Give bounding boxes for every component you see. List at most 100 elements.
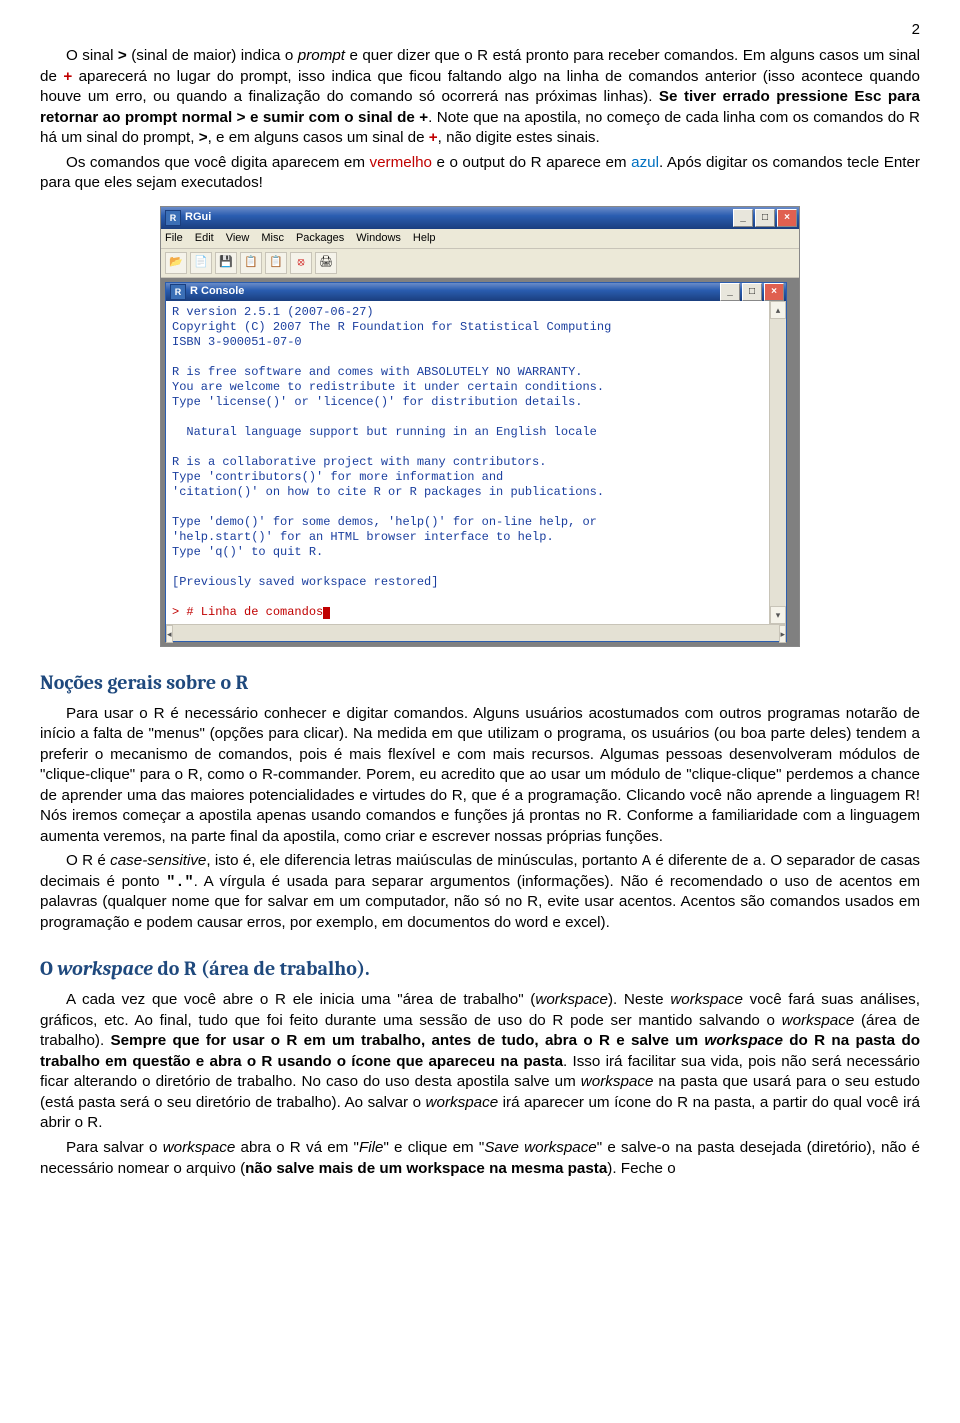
bold-warning: não salve mais de um workspace na mesma … (245, 1160, 607, 1177)
menu-edit[interactable]: Edit (195, 231, 214, 246)
minimize-button[interactable]: _ (733, 209, 753, 227)
section-heading-nocoes: Noções gerais sobre o R (40, 669, 920, 696)
toolbar-save-icon[interactable]: 💾 (215, 252, 237, 274)
text: " e clique em " (383, 1139, 484, 1156)
scroll-down-icon[interactable]: ▾ (770, 606, 786, 624)
page-number: 2 (40, 20, 920, 40)
console-maximize-button[interactable]: □ (742, 283, 762, 301)
toolbar-load-icon[interactable]: 📄 (190, 252, 212, 274)
gt-symbol: > (199, 129, 208, 146)
workspace-italic: workspace (57, 957, 153, 980)
vertical-scrollbar[interactable]: ▴ ▾ (769, 301, 786, 624)
workspace-italic: workspace (535, 991, 608, 1008)
text: , e em alguns casos um sinal de (208, 129, 429, 146)
menu-windows[interactable]: Windows (356, 231, 401, 246)
text: Os comandos que você digita aparecem em (66, 154, 370, 171)
r-console-window: R R Console _ □ × R version 2.5.1 (2007-… (165, 282, 787, 642)
paragraph-2: Os comandos que você digita aparecem em … (40, 153, 920, 194)
workspace-italic: workspace (163, 1139, 236, 1156)
console-line: ISBN 3-900051-07-0 (172, 335, 302, 349)
menu-packages[interactable]: Packages (296, 231, 344, 246)
scroll-up-icon[interactable]: ▴ (770, 301, 786, 319)
vermelho-word: vermelho (370, 154, 432, 171)
workspace-italic: workspace (581, 1073, 654, 1090)
r-icon: R (170, 284, 186, 300)
save-workspace-italic: Save workspace (484, 1139, 596, 1156)
console-output[interactable]: R version 2.5.1 (2007-06-27) Copyright (… (166, 301, 769, 624)
console-line: You are welcome to redistribute it under… (172, 380, 604, 394)
workspace-italic: workspace (426, 1094, 499, 1111)
prompt-italic: prompt (298, 47, 345, 64)
text: A cada vez que você abre o R ele inicia … (66, 991, 535, 1008)
console-title: R Console (190, 284, 244, 299)
letter-a: a (753, 852, 762, 870)
paragraph-5: A cada vez que você abre o R ele inicia … (40, 990, 920, 1134)
toolbar-copy-icon[interactable]: 📋 (240, 252, 262, 274)
paragraph-1: O sinal > (sinal de maior) indica o prom… (40, 46, 920, 149)
text: , não digite estes sinais. (438, 129, 600, 146)
paragraph-4: O R é case-sensitive, isto é, ele difere… (40, 851, 920, 933)
text: ). Feche o (607, 1160, 675, 1177)
text: ). Neste (608, 991, 670, 1008)
toolbar-stop-icon[interactable]: ⦻ (290, 252, 312, 274)
console-line: Copyright (C) 2007 The R Foundation for … (172, 320, 611, 334)
menu-help[interactable]: Help (413, 231, 436, 246)
r-icon: R (165, 210, 181, 226)
console-line: Type 'contributors()' for more informati… (172, 470, 503, 484)
close-button[interactable]: × (777, 209, 797, 227)
menu-view[interactable]: View (226, 231, 250, 246)
console-line: R version 2.5.1 (2007-06-27) (172, 305, 374, 319)
console-line: Type 'q()' to quit R. (172, 545, 323, 559)
text: é diferente de (651, 852, 753, 869)
rgui-screenshot: R RGui _ □ × File Edit View Misc Package… (160, 206, 800, 647)
text: Para salvar o (66, 1139, 163, 1156)
console-line: 'citation()' on how to cite R or R packa… (172, 485, 604, 499)
paragraph-6: Para salvar o workspace abra o R vá em "… (40, 1138, 920, 1179)
toolbar-open-icon[interactable]: 📂 (165, 252, 187, 274)
console-line: R is a collaborative project with many c… (172, 455, 546, 469)
console-line: Type 'demo()' for some demos, 'help()' f… (172, 515, 597, 529)
mdi-area: R R Console _ □ × R version 2.5.1 (2007-… (161, 278, 799, 646)
case-sensitive-italic: case-sensitive (110, 852, 206, 869)
bold-instruction: Sempre que for usar o R em um trabalho, … (110, 1032, 704, 1049)
cursor (323, 607, 330, 619)
workspace-italic: workspace (782, 1012, 855, 1029)
text: O (40, 957, 57, 980)
toolbar-print-icon[interactable]: 🖨 (315, 252, 337, 274)
menu-file[interactable]: File (165, 231, 183, 246)
text: abra o R vá em " (235, 1139, 359, 1156)
menu-misc[interactable]: Misc (261, 231, 284, 246)
section-heading-workspace: O workspace do R (área de trabalho). (40, 955, 920, 982)
plus-symbol-2: + (429, 129, 438, 146)
console-line: Natural language support but running in … (172, 425, 597, 439)
rgui-title: RGui (185, 210, 211, 225)
horizontal-scrollbar[interactable]: ◂ ▸ (166, 624, 786, 641)
workspace-bold-italic: workspace (704, 1032, 783, 1049)
console-line: R is free software and comes with ABSOLU… (172, 365, 582, 379)
maximize-button[interactable]: □ (755, 209, 775, 227)
azul-word: azul (631, 154, 659, 171)
menubar: File Edit View Misc Packages Windows Hel… (161, 229, 799, 249)
scroll-track[interactable] (173, 625, 780, 641)
rgui-titlebar: R RGui _ □ × (161, 207, 799, 229)
console-line: 'help.start()' for an HTML browser inter… (172, 530, 554, 544)
scroll-track[interactable] (770, 319, 786, 606)
toolbar-paste-icon[interactable]: 📋 (265, 252, 287, 274)
console-minimize-button[interactable]: _ (720, 283, 740, 301)
paragraph-3: Para usar o R é necessário conhecer e di… (40, 704, 920, 848)
console-prompt-line: > # Linha de comandos (172, 605, 323, 619)
decimal-dot: "." (166, 873, 193, 891)
console-close-button[interactable]: × (764, 283, 784, 301)
file-menu-italic: File (359, 1139, 383, 1156)
text: O sinal (66, 47, 118, 64)
toolbar: 📂 📄 💾 📋 📋 ⦻ 🖨 (161, 249, 799, 278)
console-line: Type 'license()' or 'licence()' for dist… (172, 395, 582, 409)
text: do R (área de trabalho). (153, 957, 370, 980)
scroll-right-icon[interactable]: ▸ (779, 625, 786, 643)
plus-symbol: + (63, 68, 72, 85)
letter-A: A (642, 852, 651, 870)
text: (sinal de maior) indica o (127, 47, 298, 64)
prompt-gt-symbol: > (118, 47, 127, 64)
console-line: [Previously saved workspace restored] (172, 575, 438, 589)
text: e o output do R aparece em (432, 154, 631, 171)
